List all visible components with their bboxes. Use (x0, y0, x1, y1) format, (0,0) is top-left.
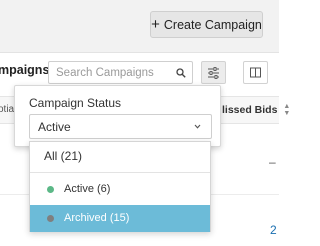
columns-button[interactable] (243, 61, 268, 84)
search-icon[interactable] (176, 68, 186, 78)
create-campaign-button[interactable]: + Create Campaign (150, 11, 263, 38)
columns-icon (250, 67, 261, 78)
status-filter-popover: Campaign Status Active (14, 85, 221, 147)
status-dot-icon (47, 215, 54, 222)
column-header-partial: otia (0, 104, 15, 115)
divider (0, 52, 279, 53)
option-label: All (21) (44, 149, 83, 163)
filter-button[interactable] (201, 61, 226, 84)
option-active[interactable]: Active (6) (30, 177, 210, 203)
option-label: Archived (15) (64, 212, 130, 224)
option-label: Active (6) (64, 183, 111, 195)
table-cell: – (269, 155, 276, 169)
search-input[interactable] (56, 65, 174, 80)
create-campaign-label: Create Campaign (163, 17, 262, 32)
column-header-label: lissed Bids (222, 103, 278, 116)
column-header-missed-bids[interactable]: lissed Bids ▲ ▼ (222, 103, 290, 117)
status-dropdown-menu: All (21) Active (6) Archived (15) (29, 141, 211, 232)
option-all[interactable]: All (21) (30, 142, 210, 168)
option-archived[interactable]: Archived (15) (30, 205, 210, 232)
sort-icon: ▲ ▼ (283, 103, 291, 117)
campaign-status-select[interactable]: Active (29, 114, 212, 139)
table-cell[interactable]: 2 (270, 223, 277, 237)
chevron-down-icon (194, 124, 201, 129)
search-box[interactable] (48, 61, 193, 84)
status-dot-icon (47, 186, 54, 193)
divider (30, 172, 210, 173)
sliders-icon (208, 67, 219, 79)
select-value: Active (38, 120, 71, 134)
campaigns-heading: mpaigns (0, 63, 50, 77)
plus-icon: + (151, 16, 160, 33)
popover-title: Campaign Status (29, 96, 122, 110)
